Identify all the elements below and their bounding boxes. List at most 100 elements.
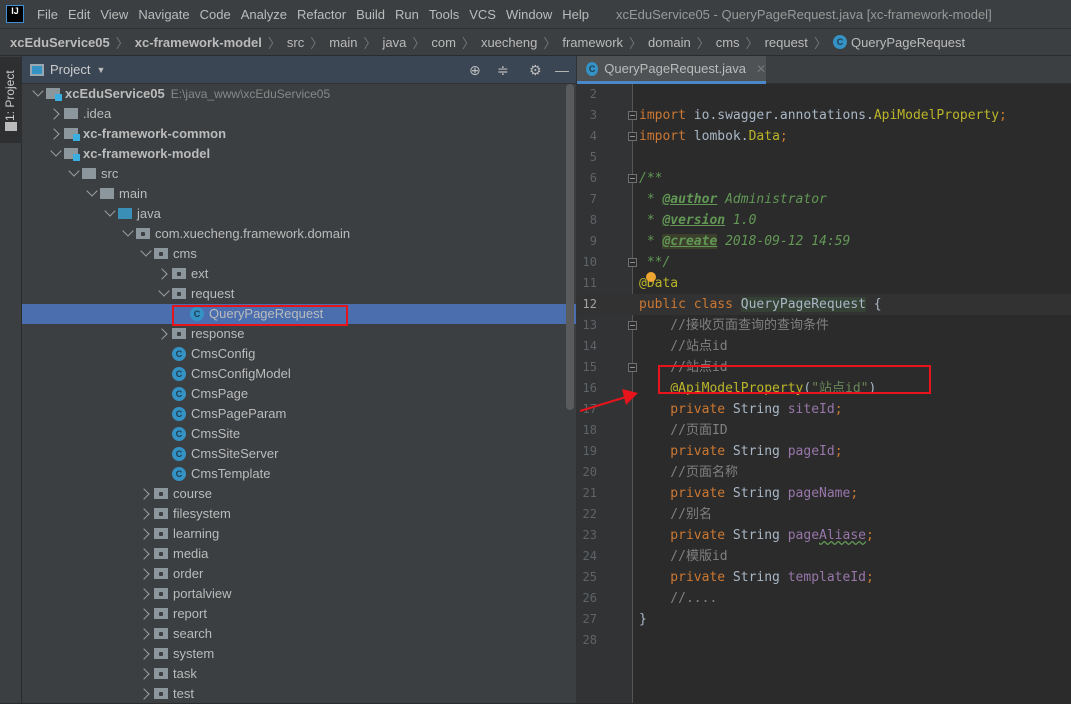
chevron-right-icon[interactable] [138, 648, 150, 660]
chevron-down-icon[interactable] [122, 225, 134, 237]
tree-item-cmspage[interactable]: C CmsPage [22, 384, 576, 404]
lightbulb-icon[interactable] [646, 272, 656, 282]
menu-build[interactable]: Build [351, 7, 390, 22]
fold-marker-icon[interactable] [628, 321, 637, 330]
chevron-down-icon[interactable] [158, 285, 170, 297]
chevron-right-icon[interactable] [138, 528, 150, 540]
tree-item-cmsconfig[interactable]: C CmsConfig [22, 344, 576, 364]
fold-marker-icon[interactable] [628, 111, 637, 120]
menu-vcs[interactable]: VCS [464, 7, 501, 22]
chevron-right-icon[interactable] [156, 328, 168, 340]
tree-item-portalview[interactable]: portalview [22, 584, 576, 604]
project-view-selector[interactable]: Project [50, 62, 90, 77]
tree-item-search[interactable]: search [22, 624, 576, 644]
locate-icon[interactable]: ⊕ [469, 62, 481, 79]
dropdown-caret-icon[interactable]: ▼ [96, 65, 105, 75]
tree-item-main[interactable]: main [22, 184, 576, 204]
chevron-right-icon[interactable] [138, 548, 150, 560]
fold-marker-icon[interactable] [628, 258, 637, 267]
menu-run[interactable]: Run [390, 7, 424, 22]
fold-marker-icon[interactable] [628, 132, 637, 141]
tree-item-xc-framework-model[interactable]: xc-framework-model [22, 144, 576, 164]
scrollbar[interactable] [566, 84, 574, 410]
collapse-all-icon[interactable]: ≑ [497, 62, 509, 79]
menu-tools[interactable]: Tools [424, 7, 464, 22]
chevron-right-icon[interactable] [48, 128, 60, 140]
menu-help[interactable]: Help [557, 7, 594, 22]
breadcrumb-item[interactable]: com [431, 35, 456, 50]
tree-item-cmssite[interactable]: C CmsSite [22, 424, 576, 444]
tree-item-task[interactable]: task [22, 664, 576, 684]
breadcrumb-item[interactable]: xcEduService05 [10, 35, 110, 50]
breadcrumb-item[interactable]: main [329, 35, 357, 50]
chevron-down-icon[interactable] [140, 245, 152, 257]
menu-refactor[interactable]: Refactor [292, 7, 351, 22]
tree-item-system[interactable]: system [22, 644, 576, 664]
tree-item-media[interactable]: media [22, 544, 576, 564]
chevron-down-icon[interactable] [32, 85, 44, 97]
breadcrumb-item[interactable]: src [287, 35, 304, 50]
chevron-down-icon[interactable] [104, 205, 116, 217]
breadcrumb-item[interactable]: cms [716, 35, 740, 50]
tree-item-java[interactable]: java [22, 204, 576, 224]
tree-item-cmspageparam[interactable]: C CmsPageParam [22, 404, 576, 424]
fold-marker-icon[interactable] [628, 174, 637, 183]
code-token: QueryPageRequest [740, 297, 866, 312]
breadcrumb-current[interactable]: QueryPageRequest [851, 35, 965, 50]
tree-item-order[interactable]: order [22, 564, 576, 584]
menu-file[interactable]: File [32, 7, 63, 22]
chevron-right-icon[interactable] [138, 508, 150, 520]
tree-item-course[interactable]: course [22, 484, 576, 504]
package-icon [136, 228, 150, 239]
tree-item-report[interactable]: report [22, 604, 576, 624]
tree-item-label: src [101, 164, 118, 184]
tree-item-filesystem[interactable]: filesystem [22, 504, 576, 524]
hide-panel-icon[interactable]: — [555, 62, 569, 78]
breadcrumb-item[interactable]: xuecheng [481, 35, 537, 50]
code-line: 20 //页面名称 [577, 462, 1071, 483]
fold-marker-icon[interactable] [628, 363, 637, 372]
highlight-box [172, 305, 348, 326]
breadcrumb-item[interactable]: java [382, 35, 406, 50]
menu-navigate[interactable]: Navigate [133, 7, 194, 22]
close-icon[interactable]: ✕ [756, 62, 766, 76]
chevron-right-icon[interactable] [138, 688, 150, 700]
breadcrumb-item[interactable]: domain [648, 35, 691, 50]
chevron-right-icon[interactable] [138, 608, 150, 620]
menu-view[interactable]: View [95, 7, 133, 22]
menu-analyze[interactable]: Analyze [236, 7, 292, 22]
menu-edit[interactable]: Edit [63, 7, 95, 22]
tree-item-request[interactable]: request [22, 284, 576, 304]
tree-item-cmsconfigmodel[interactable]: C CmsConfigModel [22, 364, 576, 384]
tree-item-ext[interactable]: ext [22, 264, 576, 284]
chevron-right-icon[interactable] [138, 568, 150, 580]
tree-item-learning[interactable]: learning [22, 524, 576, 544]
tree-item-xceduservice05[interactable]: xcEduService05 E:\java_www\xcEduService05 [22, 84, 576, 104]
chevron-right-icon[interactable] [156, 268, 168, 280]
tree-item-xc-framework-common[interactable]: xc-framework-common [22, 124, 576, 144]
chevron-right-icon[interactable] [138, 588, 150, 600]
chevron-right-icon[interactable] [48, 108, 60, 120]
menu-window[interactable]: Window [501, 7, 557, 22]
chevron-down-icon[interactable] [68, 165, 80, 177]
breadcrumb-item[interactable]: xc-framework-model [135, 35, 262, 50]
tree-item-cmstemplate[interactable]: C CmsTemplate [22, 464, 576, 484]
chevron-down-icon[interactable] [50, 145, 62, 157]
tree-item-src[interactable]: src [22, 164, 576, 184]
tree-item-cmssiteserver[interactable]: C CmsSiteServer [22, 444, 576, 464]
tree-item-cms[interactable]: cms [22, 244, 576, 264]
tab-querypagerequest[interactable]: C QueryPageRequest.java ✕ [577, 56, 766, 84]
breadcrumb-item[interactable]: request [765, 35, 808, 50]
breadcrumb-separator-icon: 〉 [412, 35, 426, 51]
menu-code[interactable]: Code [195, 7, 236, 22]
gear-icon[interactable]: ⚙ [529, 62, 542, 79]
chevron-right-icon[interactable] [138, 628, 150, 640]
tree-item-response[interactable]: response [22, 324, 576, 344]
chevron-right-icon[interactable] [138, 488, 150, 500]
breadcrumb-item[interactable]: framework [562, 35, 623, 50]
tree-item--idea[interactable]: .idea [22, 104, 576, 124]
chevron-right-icon[interactable] [138, 668, 150, 680]
tree-item-test[interactable]: test [22, 684, 576, 704]
chevron-down-icon[interactable] [86, 185, 98, 197]
tree-item-com-xuecheng-framework-domain[interactable]: com.xuecheng.framework.domain [22, 224, 576, 244]
